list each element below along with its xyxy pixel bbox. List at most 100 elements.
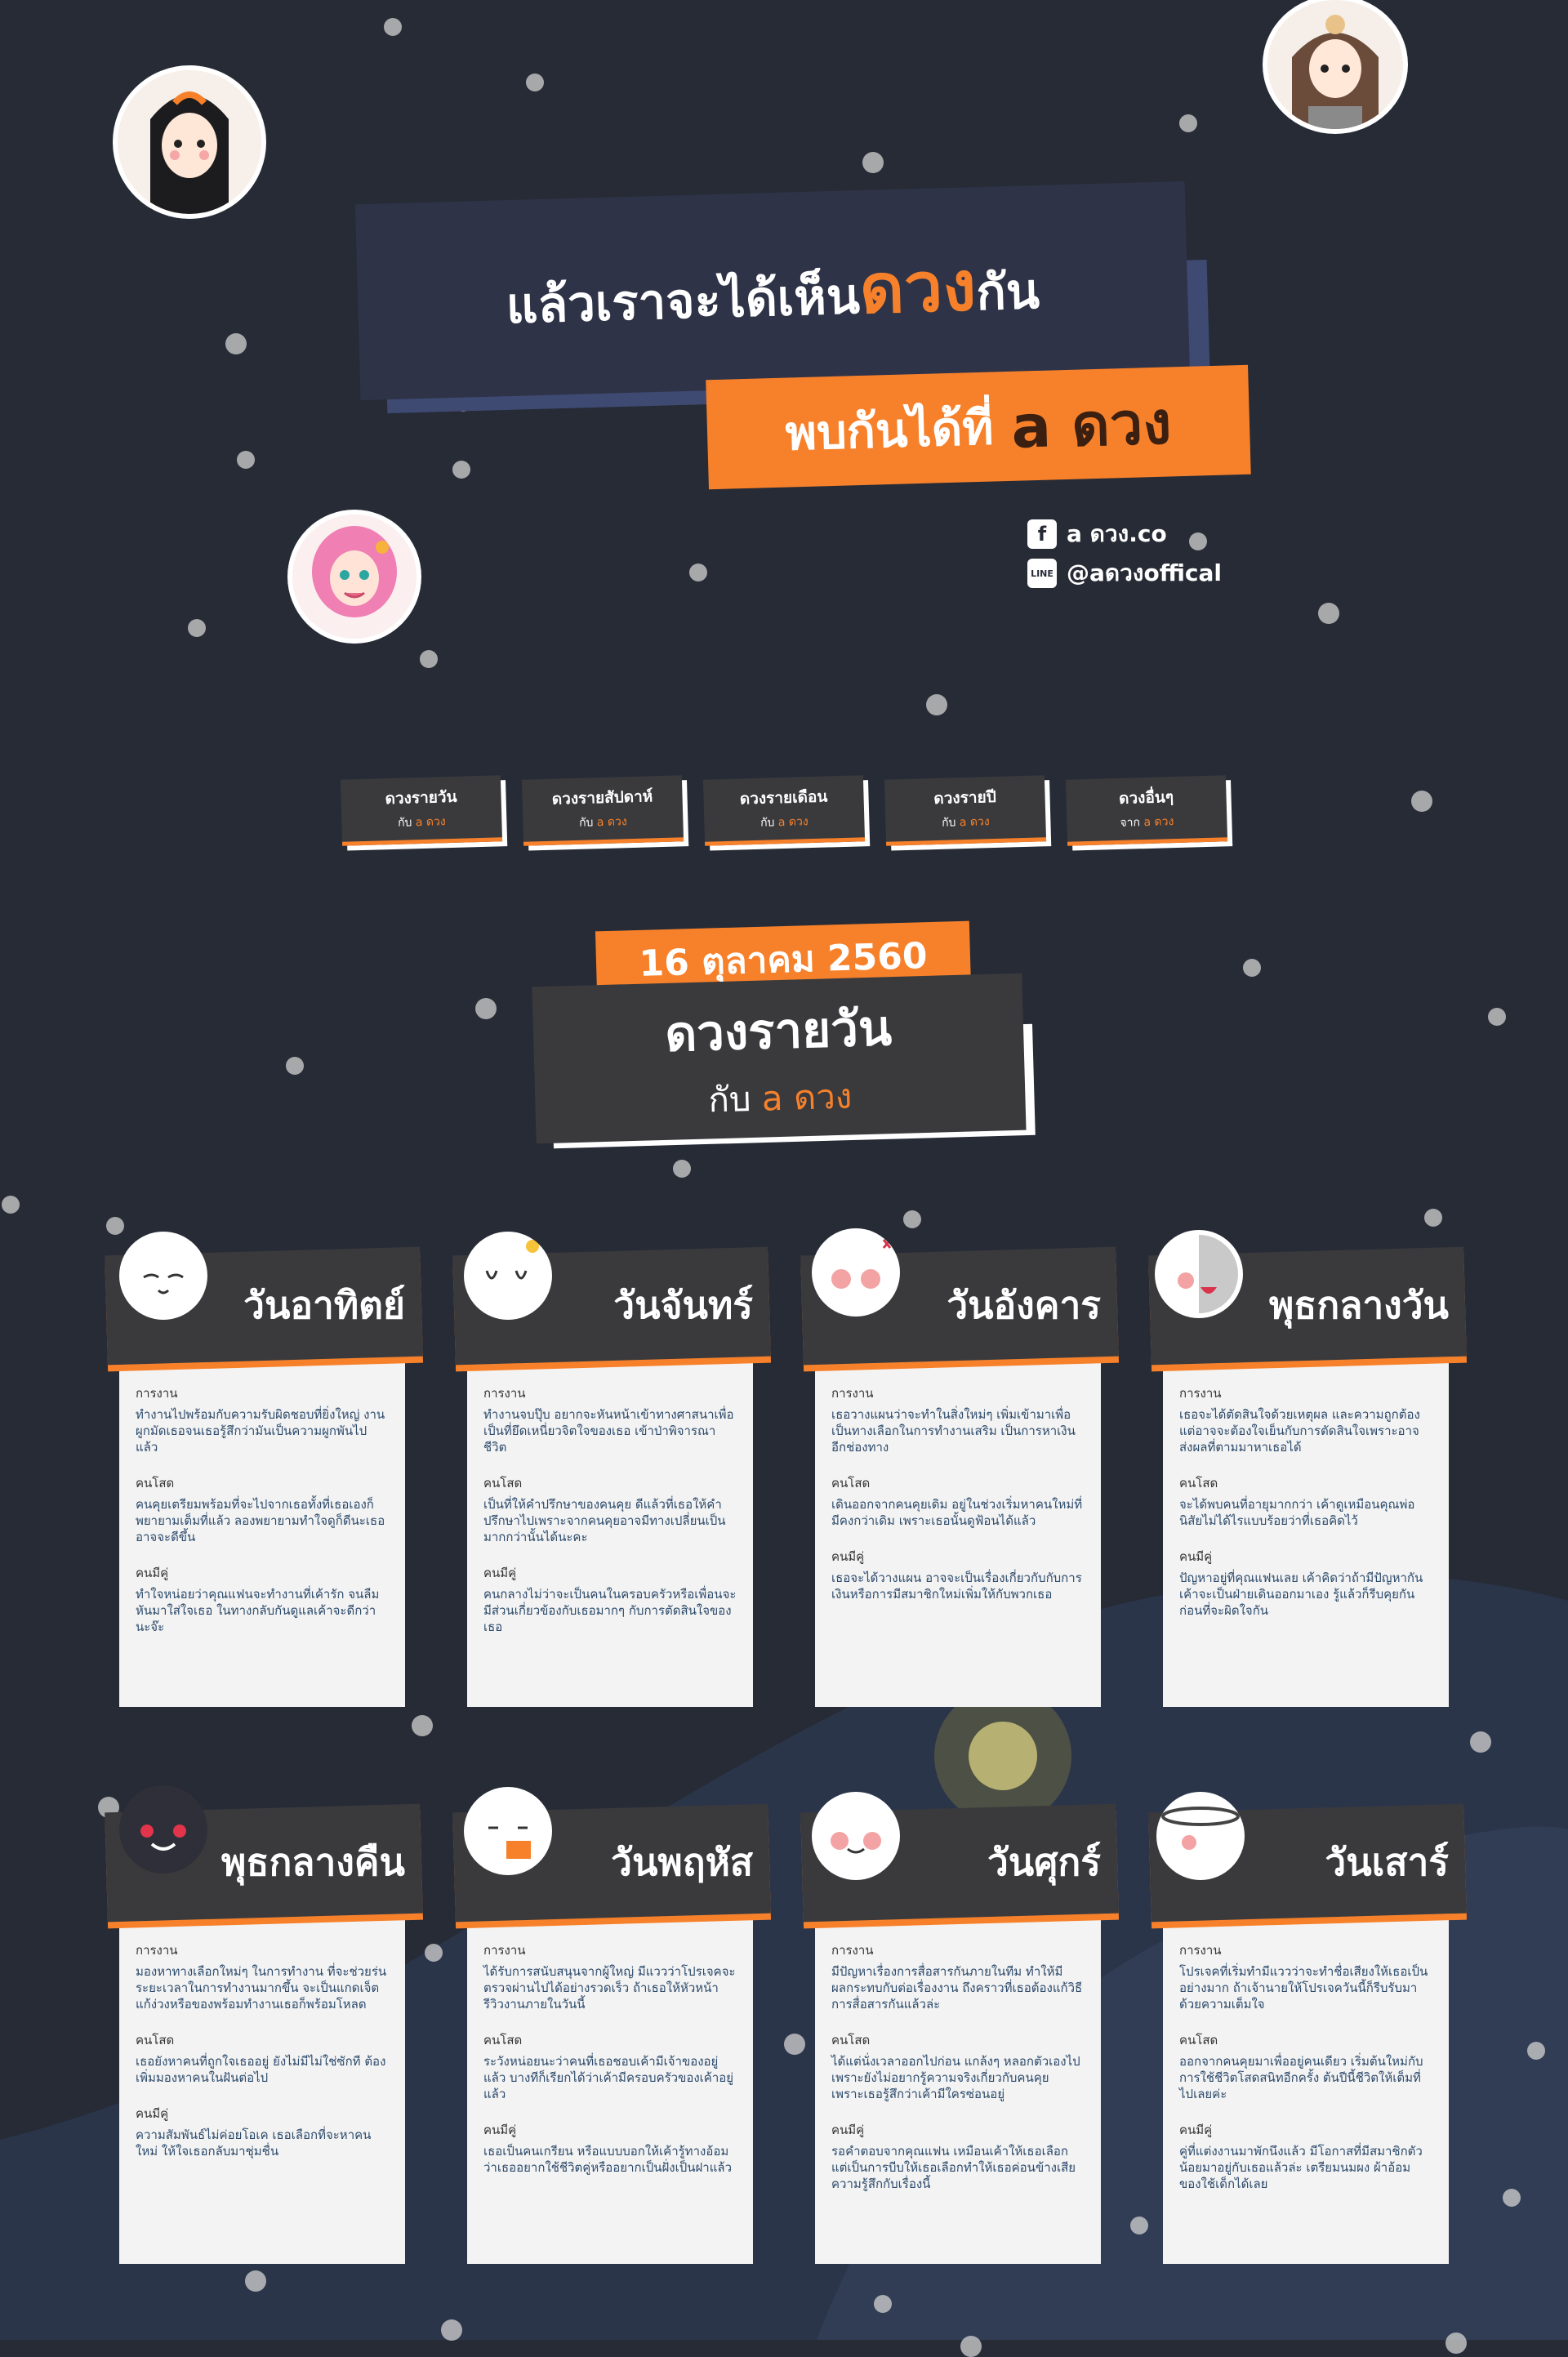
nav-monthly[interactable]: ดวงรายเดือน กับ a ดวง bbox=[702, 775, 866, 846]
star-dot bbox=[1488, 1008, 1506, 1026]
work-heading: การงาน bbox=[136, 1943, 178, 1958]
nav-yearly[interactable]: ดวงรายปี กับ a ดวง bbox=[884, 775, 1047, 846]
star-dot bbox=[673, 1160, 691, 1178]
work-heading: การงาน bbox=[483, 1943, 526, 1958]
nav-other-sub: จาก a ดวง bbox=[1120, 815, 1174, 830]
nav-yearly-title: ดวงรายปี bbox=[933, 787, 997, 809]
star-dot bbox=[1189, 532, 1207, 550]
work-heading: การงาน bbox=[831, 1386, 874, 1401]
couple-heading: คนมีคู่ bbox=[831, 1549, 865, 1564]
star-dot bbox=[1503, 2189, 1521, 2207]
star-dot bbox=[1411, 791, 1432, 812]
couple-heading: คนมีคู่ bbox=[1179, 2123, 1213, 2137]
star-dot bbox=[784, 2034, 805, 2055]
star-dot bbox=[425, 1944, 443, 1962]
single-heading: คนโสด bbox=[136, 2033, 175, 2047]
work-text: โปรเจคที่เริ่มทำมีแววว่าจะทำชื่อเสียงให้… bbox=[1179, 1964, 1428, 2012]
work-heading: การงาน bbox=[483, 1386, 526, 1401]
nav-other[interactable]: ดวงอื่นๆ จาก a ดวง bbox=[1065, 775, 1228, 846]
nav-yearly-sub: กับ a ดวง bbox=[941, 815, 990, 830]
nav-daily-sub: กับ a ดวง bbox=[397, 815, 446, 830]
work-text: เธอจะได้ตัดสินใจด้วยเหตุผล และความถูกต้อ… bbox=[1179, 1407, 1420, 1455]
nav-weekly-sub: กับ a ดวง bbox=[578, 815, 627, 830]
facebook-handle: a ดวง.co bbox=[1067, 520, 1167, 547]
couple-text: เธอเป็นคนเกรียน หรือแบบบอกให้เค้ารู้ทางอ… bbox=[483, 2144, 732, 2175]
star-dot bbox=[475, 998, 497, 1019]
section-title: ดวงรายวัน bbox=[664, 999, 893, 1063]
nav-other-title: ดวงอื่นๆ bbox=[1118, 788, 1174, 808]
star-dot bbox=[1470, 1731, 1491, 1753]
meet-brand: a ดวง bbox=[1010, 387, 1173, 461]
facebook-icon: f bbox=[1027, 519, 1057, 549]
nav-monthly-title: ดวงรายเดือน bbox=[739, 787, 828, 809]
header-banner: แล้วเราจะได้เห็นดวงกัน bbox=[354, 180, 1191, 401]
card-wednesday-day: การงาน เธอจะได้ตัดสินใจด้วยเหตุผล และควา… bbox=[1163, 1362, 1449, 1707]
single-heading: คนโสด bbox=[136, 1476, 175, 1490]
star-dot bbox=[225, 333, 247, 354]
star-dot bbox=[689, 564, 707, 581]
card-thursday: การงาน ได้รับการสนับสนุนจากผู้ใหญ่ มีแวว… bbox=[467, 1919, 753, 2264]
header-title-highlight: ดวง bbox=[858, 246, 978, 330]
star-dot bbox=[960, 2336, 982, 2357]
nav-monthly-sub: กับ a ดวง bbox=[760, 815, 808, 830]
single-heading: คนโสด bbox=[831, 2033, 871, 2047]
star-dot bbox=[384, 18, 402, 36]
line-link[interactable]: LINE @aดวงoffical bbox=[1027, 555, 1222, 591]
card-tuesday: การงาน เธอวางแผนว่าจะทำในสิ่งใหม่ๆ เพิ่ม… bbox=[815, 1362, 1101, 1707]
single-heading: คนโสด bbox=[483, 2033, 523, 2047]
star-dot bbox=[1130, 2217, 1148, 2234]
work-heading: การงาน bbox=[1179, 1943, 1222, 1958]
couple-text: คนกลางไม่ว่าจะเป็นคนในครอบครัวหรือเพื่อน… bbox=[483, 1587, 737, 1634]
couple-text: ปัญหาอยู่ที่คุณแฟนเลย เค้าคิดว่าถ้ามีปัญ… bbox=[1179, 1571, 1423, 1618]
nav-weekly-title: ดวงรายสัปดาห์ bbox=[551, 787, 653, 809]
single-text: เดินออกจากคนคุยเดิม อยู่ในช่วงเริ่มหาคนใ… bbox=[831, 1497, 1083, 1528]
star-dot bbox=[1179, 114, 1197, 132]
single-heading: คนโสด bbox=[483, 1476, 523, 1490]
work-text: มองหาทางเลือกใหม่ๆ ในการทำงาน ที่จะช่วยร… bbox=[136, 1964, 387, 2012]
nav-daily-title: ดวงรายวัน bbox=[385, 787, 457, 809]
card-tuesday-title: วันอังคาร bbox=[947, 1283, 1101, 1327]
star-dot bbox=[1243, 959, 1261, 977]
couple-heading: คนมีคู่ bbox=[483, 1566, 517, 1580]
couple-heading: คนมีคู่ bbox=[831, 2123, 865, 2137]
single-text: ระวังหน่อยนะว่าคนที่เธอชอบเค้ามีเจ้าของอ… bbox=[483, 2054, 734, 2101]
single-text: ออกจากคนคุยมาเพื่ออยู่คนเดียว เริ่มต้นให… bbox=[1179, 2054, 1423, 2101]
star-dot bbox=[420, 650, 438, 668]
star-dot bbox=[874, 2295, 892, 2313]
work-heading: การงาน bbox=[1179, 1386, 1222, 1401]
star-dot bbox=[412, 1715, 433, 1736]
single-text: เป็นที่ให้คำปรึกษาของคนคุย ดีแล้วที่เธอใ… bbox=[483, 1497, 726, 1544]
line-icon: LINE bbox=[1027, 559, 1057, 588]
couple-text: ทำใจหน่อยว่าคุณแฟนจะทำงานที่เค้ารัก จนลื… bbox=[136, 1587, 380, 1634]
single-heading: คนโสด bbox=[831, 1476, 871, 1490]
couple-heading: คนมีคู่ bbox=[483, 2123, 517, 2137]
couple-text: คู่ที่แต่งงานมาพักนึงแล้ว มีโอกาสที่มีสม… bbox=[1179, 2144, 1423, 2191]
star-dot bbox=[237, 451, 255, 469]
couple-text: ความสัมพันธ์ไม่ค่อยโอเค เธอเลือกที่จะหาค… bbox=[136, 2128, 372, 2159]
card-sunday-title: วันอาทิตย์ bbox=[243, 1283, 405, 1327]
couple-text: เธอจะได้วางแผน อาจจะเป็นเรื่องเกี่ยวกับก… bbox=[831, 1571, 1082, 1602]
nav-weekly[interactable]: ดวงรายสัปดาห์ กับ a ดวง bbox=[521, 775, 684, 846]
couple-heading: คนมีคู่ bbox=[136, 2106, 169, 2121]
star-dot bbox=[926, 694, 947, 715]
star-dot bbox=[452, 461, 470, 479]
nav-daily[interactable]: ดวงรายวัน กับ a ดวง bbox=[340, 775, 503, 846]
couple-text: รอคำตอบจากคุณแฟน เหมือนเค้าให้เธอเลือก แ… bbox=[831, 2144, 1076, 2191]
card-saturday-title: วันเสาร์ bbox=[1325, 1840, 1449, 1884]
card-sunday: การงาน ทำงานไปพร้อมกับความรับผิดชอบที่ยิ… bbox=[119, 1362, 405, 1707]
facebook-link[interactable]: f a ดวง.co bbox=[1027, 516, 1167, 552]
avatar-woman-with-crown bbox=[1263, 0, 1408, 134]
star-dot bbox=[526, 74, 544, 91]
couple-heading: คนมีคู่ bbox=[1179, 1549, 1213, 1564]
single-heading: คนโสด bbox=[1179, 1476, 1218, 1490]
work-heading: การงาน bbox=[831, 1943, 874, 1958]
work-text: ได้รับการสนับสนุนจากผู้ใหญ่ มีแววว่าโปรเ… bbox=[483, 1964, 736, 2012]
single-text: คนคุยเตรียมพร้อมที่จะไปจากเธอทั้งที่เธอเ… bbox=[136, 1497, 385, 1544]
work-heading: การงาน bbox=[136, 1386, 178, 1401]
card-friday: การงาน มีปัญหาเรื่องการสื่อสารกันภายในที… bbox=[815, 1919, 1101, 2264]
single-text: จะได้พบคนที่อายุมากกว่า เค้าดูเหมือนคุณพ… bbox=[1179, 1497, 1415, 1528]
section-title-box: ดวงรายวัน กับ a ดวง bbox=[532, 973, 1027, 1144]
avatar-woman-dark-hair bbox=[113, 65, 266, 219]
single-text: ได้แต่นั่งเวลาออกไปก่อน แกล้งๆ หลอกตัวเอ… bbox=[831, 2054, 1080, 2101]
work-text: มีปัญหาเรื่องการสื่อสารกันภายในทีม ทำให้… bbox=[831, 1964, 1083, 2012]
